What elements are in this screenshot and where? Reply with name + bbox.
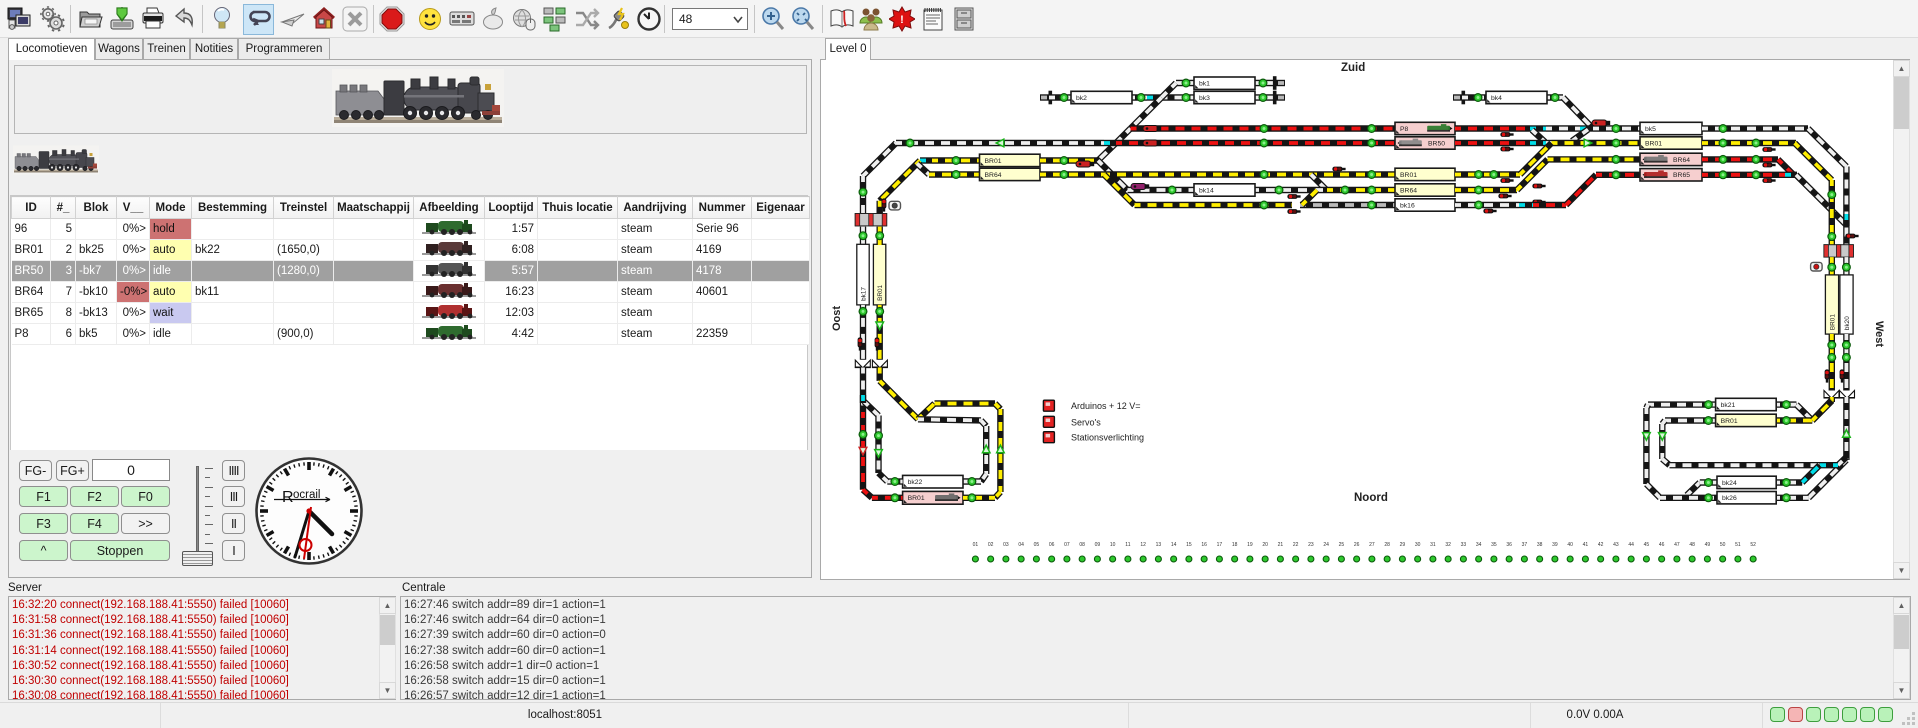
svg-text:bk17: bk17 — [860, 287, 867, 301]
svg-text:09: 09 — [1095, 542, 1101, 548]
svg-text:27: 27 — [1369, 542, 1375, 548]
svg-text:51: 51 — [1735, 542, 1741, 548]
svg-text:40: 40 — [1567, 542, 1573, 548]
svg-text:28: 28 — [1384, 542, 1390, 548]
svg-text:17: 17 — [1217, 542, 1223, 548]
svg-text:42: 42 — [1598, 542, 1604, 548]
svg-text:39: 39 — [1552, 542, 1558, 548]
svg-text:46: 46 — [1659, 542, 1665, 548]
svg-text:35: 35 — [1491, 542, 1497, 548]
svg-text:BR01: BR01 — [1645, 140, 1662, 147]
svg-text:52: 52 — [1750, 542, 1756, 548]
svg-text:bk16: bk16 — [1400, 202, 1415, 209]
svg-text:44: 44 — [1628, 542, 1634, 548]
svg-text:31: 31 — [1430, 542, 1436, 548]
svg-text:13: 13 — [1156, 542, 1162, 548]
svg-text:01: 01 — [973, 542, 979, 548]
svg-text:Arduinos + 12 V=: Arduinos + 12 V= — [1071, 401, 1141, 411]
svg-text:!: ! — [900, 14, 904, 26]
svg-text:BR64: BR64 — [1673, 157, 1690, 164]
svg-text:21: 21 — [1278, 542, 1284, 548]
svg-text:14: 14 — [1171, 542, 1177, 548]
svg-text:bk2: bk2 — [1076, 95, 1087, 102]
svg-text:41: 41 — [1583, 542, 1589, 548]
svg-text:50: 50 — [1720, 542, 1726, 548]
svg-text:22: 22 — [1293, 542, 1299, 548]
svg-text:05: 05 — [1034, 542, 1040, 548]
svg-text:06: 06 — [1049, 542, 1055, 548]
svg-text:04: 04 — [1018, 542, 1024, 548]
svg-text:08: 08 — [1079, 542, 1085, 548]
svg-text:38: 38 — [1537, 542, 1543, 548]
svg-text:48: 48 — [1689, 542, 1695, 548]
svg-text:07: 07 — [1064, 542, 1070, 548]
svg-text:bk14: bk14 — [1199, 187, 1214, 194]
svg-text:bk3: bk3 — [1199, 95, 1210, 102]
svg-text:West: West — [1873, 321, 1885, 347]
svg-text:bk1: bk1 — [1199, 81, 1210, 88]
svg-text:20: 20 — [1262, 542, 1268, 548]
svg-text:43: 43 — [1613, 542, 1619, 548]
svg-text:49: 49 — [1705, 542, 1711, 548]
svg-text:24: 24 — [1323, 542, 1329, 548]
svg-text:15: 15 — [1186, 542, 1192, 548]
svg-text:R: R — [282, 489, 294, 506]
svg-text:bk24: bk24 — [1722, 480, 1737, 487]
svg-text:25: 25 — [1339, 542, 1345, 548]
svg-text:bk21: bk21 — [1721, 402, 1736, 409]
svg-text:BR01: BR01 — [1400, 172, 1417, 179]
svg-text:34: 34 — [1476, 542, 1482, 548]
svg-text:10: 10 — [1110, 542, 1116, 548]
svg-text:bk4: bk4 — [1491, 95, 1502, 102]
svg-text:45: 45 — [1644, 542, 1650, 548]
svg-text:Servo's: Servo's — [1071, 417, 1101, 427]
svg-text:12: 12 — [1140, 542, 1146, 548]
svg-text:02: 02 — [988, 542, 994, 548]
svg-text:bk20: bk20 — [1844, 316, 1851, 330]
svg-text:36: 36 — [1506, 542, 1512, 548]
svg-text:P8: P8 — [1400, 126, 1409, 133]
svg-text:Oost: Oost — [831, 306, 843, 331]
svg-text:29: 29 — [1400, 542, 1406, 548]
svg-text:32: 32 — [1445, 542, 1451, 548]
svg-text:bk26: bk26 — [1722, 495, 1737, 502]
svg-text:Stationsverlichting: Stationsverlichting — [1071, 433, 1144, 443]
svg-text:Noord: Noord — [1354, 492, 1388, 504]
svg-text:BR65: BR65 — [1673, 172, 1690, 179]
svg-text:BR64: BR64 — [985, 172, 1002, 179]
svg-text:bk5: bk5 — [1645, 126, 1656, 133]
svg-text:26: 26 — [1354, 542, 1360, 548]
svg-text:37: 37 — [1522, 542, 1528, 548]
svg-text:18: 18 — [1232, 542, 1238, 548]
svg-text:BR01: BR01 — [908, 495, 925, 502]
svg-text:BR01: BR01 — [1721, 418, 1738, 425]
svg-text:Zuid: Zuid — [1341, 62, 1365, 74]
svg-text:BR50: BR50 — [1428, 140, 1445, 147]
svg-text:BR64: BR64 — [1400, 187, 1417, 194]
svg-text:30: 30 — [1415, 542, 1421, 548]
svg-text:16: 16 — [1201, 542, 1207, 548]
svg-text:BR01: BR01 — [1829, 314, 1836, 330]
svg-text:bk22: bk22 — [908, 479, 923, 486]
svg-text:23: 23 — [1308, 542, 1314, 548]
svg-text:03: 03 — [1003, 542, 1009, 548]
svg-text:33: 33 — [1461, 542, 1467, 548]
svg-text:BR01: BR01 — [985, 158, 1002, 165]
svg-text:11: 11 — [1125, 542, 1130, 548]
svg-text:19: 19 — [1247, 542, 1253, 548]
svg-text:47: 47 — [1674, 542, 1680, 548]
svg-text:BR01: BR01 — [877, 284, 884, 300]
